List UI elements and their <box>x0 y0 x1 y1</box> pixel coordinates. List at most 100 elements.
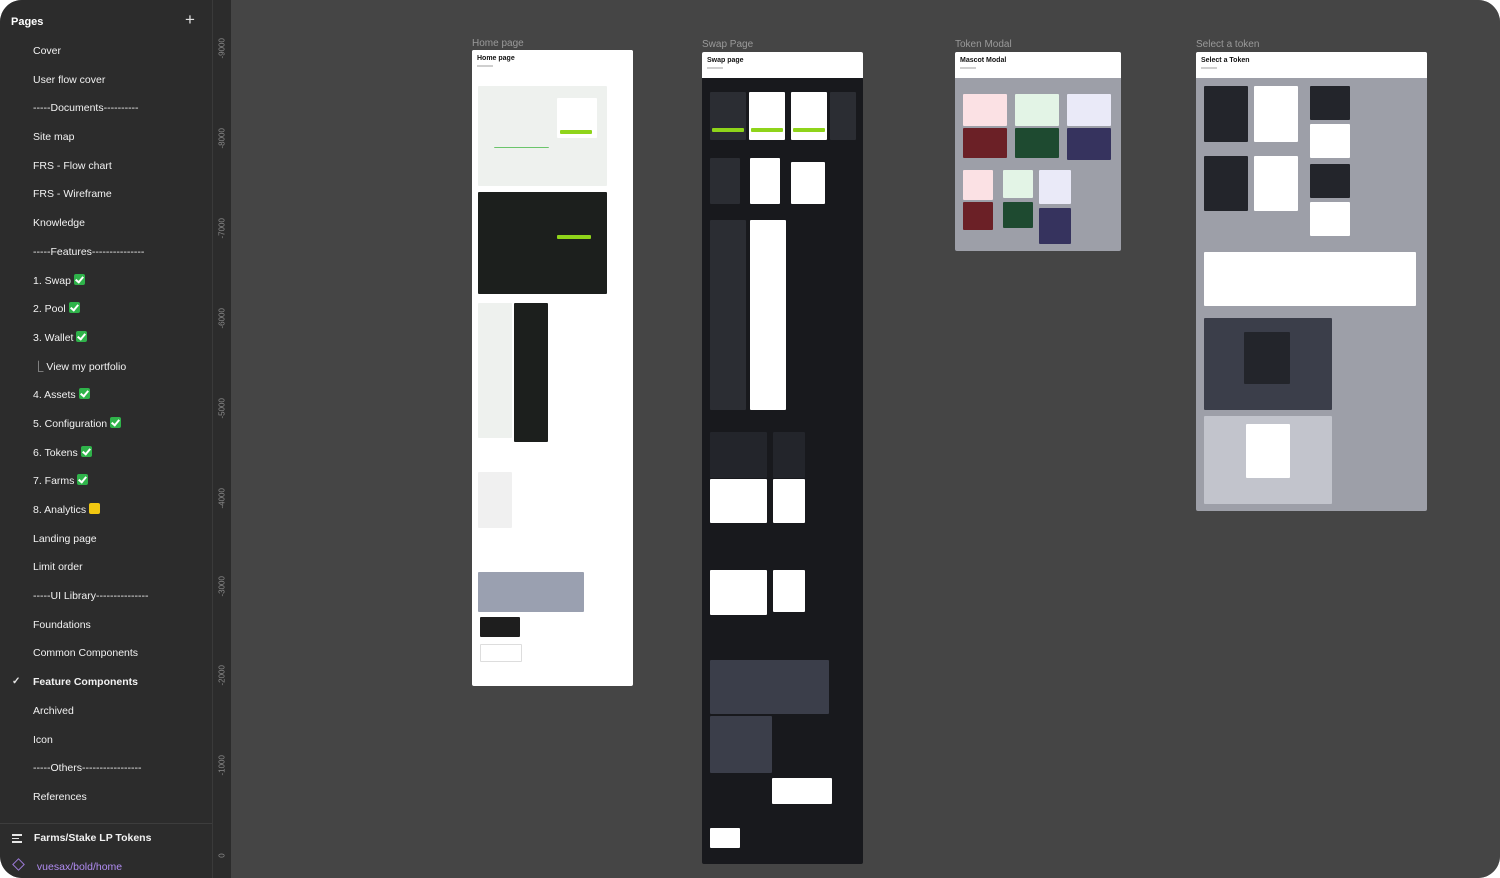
page-label: -----UI Library--------------- <box>33 590 149 603</box>
mascot-card <box>963 94 1007 126</box>
page-item[interactable]: Site map <box>0 123 212 152</box>
page-label: Cover <box>33 45 62 57</box>
pages-panel: Pages + Cover User flow cover -----Documen… <box>0 0 212 878</box>
text-align-icon <box>12 832 22 845</box>
check-mark-icon <box>77 474 89 486</box>
page-item[interactable]: FRS - Wireframe <box>0 180 212 209</box>
page-item[interactable]: FRS - Flow chart <box>0 152 212 181</box>
page-label: ⎿ View my portfolio <box>33 360 127 373</box>
page-label: Feature Components <box>33 676 139 689</box>
page-label: 7. Farms <box>33 475 75 488</box>
page-item[interactable]: 7. Farms <box>0 467 212 496</box>
page-item[interactable]: 8. Analytics <box>0 496 212 525</box>
mascot-card <box>1003 170 1033 198</box>
token-list-dark <box>1310 164 1350 198</box>
page-item[interactable]: 1. Swap <box>0 267 212 296</box>
page-item[interactable]: -----Documents---------- <box>0 94 212 123</box>
ruler-tick: 0 <box>217 853 227 858</box>
frame-label-select-token[interactable]: Select a token <box>1196 39 1259 50</box>
token-list-light <box>1254 86 1298 142</box>
mascot-card <box>1015 94 1059 126</box>
mobile-preview-light <box>478 303 512 438</box>
small-card <box>710 828 740 848</box>
setting-panel-light <box>772 778 832 804</box>
page-item[interactable]: Icon <box>0 726 212 755</box>
ruler-tick: -2000 <box>217 665 227 686</box>
page-label: 2. Pool <box>33 303 66 316</box>
mobile-preview-dark <box>514 303 548 442</box>
mascot-card <box>963 128 1007 158</box>
account-widget <box>791 162 825 204</box>
mascot-card <box>1003 202 1033 228</box>
frame-label-home[interactable]: Home page <box>472 38 524 49</box>
page-item[interactable]: Common Components <box>0 639 212 668</box>
page-label: 8. Analytics <box>33 504 87 516</box>
chart-light <box>710 479 767 523</box>
page-label: FRS - Flow chart <box>33 159 112 172</box>
page-item[interactable]: 5. Configuration <box>0 410 212 439</box>
page-item[interactable]: ✓ Feature Components <box>0 668 212 697</box>
component-label: vuesax/bold/home <box>36 861 123 873</box>
page-item[interactable]: -----Features--------------- <box>0 238 212 267</box>
frame-swap-page[interactable]: Swap page <box>702 52 863 864</box>
page-item[interactable]: Knowledge <box>0 209 212 238</box>
mascot-card <box>963 202 993 230</box>
page-label: Foundations <box>33 618 91 631</box>
ruler-tick: -1000 <box>217 755 227 776</box>
mascot-card <box>1039 208 1071 244</box>
token-rows-dark <box>710 220 746 410</box>
page-item[interactable]: 6. Tokens <box>0 439 212 468</box>
swap-card-dark <box>830 92 856 140</box>
page-item[interactable]: 3. Wallet <box>0 324 212 353</box>
page-label: -----Features--------------- <box>33 245 145 258</box>
component-item[interactable]: vuesax/bold/home <box>12 858 123 873</box>
ruler-tick: -8000 <box>217 128 227 149</box>
page-item[interactable]: Foundations <box>0 611 212 640</box>
component-diamond-icon <box>12 858 25 871</box>
page-label: 1. Swap <box>33 274 71 287</box>
chart-dark <box>710 432 767 478</box>
vertical-ruler: -9000 -8000 -7000 -6000 -5000 -4000 -3000 -2000… <box>212 0 232 878</box>
page-item[interactable]: -----UI Library--------------- <box>0 582 212 611</box>
page-item[interactable]: Cover <box>0 37 212 66</box>
page-item[interactable]: ⎿ View my portfolio <box>0 353 212 382</box>
token-list-dark <box>1204 86 1248 142</box>
page-label: Common Components <box>33 647 139 660</box>
accent-button <box>793 128 825 132</box>
page-item[interactable]: Landing page <box>0 525 212 554</box>
mascot-card <box>1067 128 1111 160</box>
frame-title: Swap page <box>702 52 863 78</box>
check-mark-icon <box>73 273 85 285</box>
page-label: FRS - Wireframe <box>33 188 112 201</box>
token-select-modal-light <box>1246 424 1290 478</box>
frame-home-page[interactable]: Home page <box>472 50 633 686</box>
page-item[interactable]: Archived <box>0 697 212 726</box>
check-mark-icon <box>76 330 88 342</box>
page-item[interactable]: 2. Pool <box>0 295 212 324</box>
frame-token-modal[interactable]: Mascot Modal <box>955 52 1121 251</box>
frame-title: Select a Token <box>1196 52 1427 78</box>
frame-label-token-modal[interactable]: Token Modal <box>955 39 1012 50</box>
swap-card-dark <box>710 92 746 140</box>
page-label: Knowledge <box>33 217 85 230</box>
frame-label-swap[interactable]: Swap Page <box>702 39 753 50</box>
empty-state-light <box>773 570 805 612</box>
mascot-card <box>1039 170 1071 204</box>
page-item[interactable]: User flow cover <box>0 66 212 95</box>
ruler-tick: -7000 <box>217 218 227 239</box>
empty-state-light <box>710 570 767 615</box>
frame-select-token[interactable]: Select a Token <box>1196 52 1427 511</box>
layer-item[interactable]: Farms/Stake LP Tokens <box>12 832 151 846</box>
page-item[interactable]: References <box>0 783 212 812</box>
add-page-plus-icon[interactable]: + <box>183 11 197 28</box>
layer-label: Farms/Stake LP Tokens <box>33 832 152 845</box>
page-item[interactable]: -----Others----------------- <box>0 754 212 783</box>
token-list-light <box>1310 202 1350 236</box>
light-component <box>480 644 522 662</box>
page-item[interactable]: Limit order <box>0 553 212 582</box>
chart-line <box>494 102 549 148</box>
token-list-light <box>1254 156 1298 211</box>
page-item[interactable]: 4. Assets <box>0 381 212 410</box>
check-mark-icon <box>80 445 92 457</box>
design-canvas[interactable]: Home page Home page Swap Page Swap page <box>231 0 1500 878</box>
